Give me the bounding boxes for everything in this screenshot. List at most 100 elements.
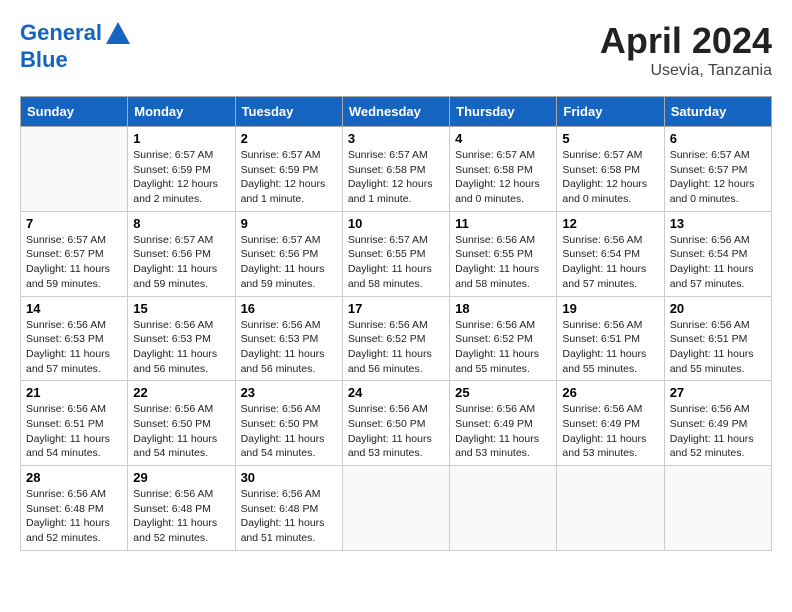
day-number: 2 [241, 131, 337, 146]
day-info: Sunrise: 6:56 AM Sunset: 6:49 PM Dayligh… [455, 402, 551, 461]
calendar-cell: 11 Sunrise: 6:56 AM Sunset: 6:55 PM Dayli… [450, 211, 557, 296]
week-row-3: 14 Sunrise: 6:56 AM Sunset: 6:53 PM Dayli… [21, 296, 772, 381]
day-number: 7 [26, 216, 122, 231]
location: Usevia, Tanzania [600, 62, 772, 80]
calendar-cell: 3 Sunrise: 6:57 AM Sunset: 6:58 PM Daylig… [342, 127, 449, 212]
day-number: 24 [348, 385, 444, 400]
month-year: April 2024 [600, 20, 772, 62]
calendar-cell: 12 Sunrise: 6:56 AM Sunset: 6:54 PM Dayli… [557, 211, 664, 296]
day-number: 23 [241, 385, 337, 400]
day-number: 13 [670, 216, 766, 231]
day-number: 16 [241, 301, 337, 316]
day-number: 25 [455, 385, 551, 400]
day-number: 22 [133, 385, 229, 400]
calendar-cell: 29 Sunrise: 6:56 AM Sunset: 6:48 PM Dayli… [128, 466, 235, 551]
week-row-4: 21 Sunrise: 6:56 AM Sunset: 6:51 PM Dayli… [21, 381, 772, 466]
weekday-friday: Friday [557, 97, 664, 127]
calendar-cell: 7 Sunrise: 6:57 AM Sunset: 6:57 PM Daylig… [21, 211, 128, 296]
day-info: Sunrise: 6:56 AM Sunset: 6:50 PM Dayligh… [348, 402, 444, 461]
day-number: 10 [348, 216, 444, 231]
day-number: 11 [455, 216, 551, 231]
calendar-cell: 24 Sunrise: 6:56 AM Sunset: 6:50 PM Dayli… [342, 381, 449, 466]
day-number: 5 [562, 131, 658, 146]
weekday-monday: Monday [128, 97, 235, 127]
day-number: 26 [562, 385, 658, 400]
day-info: Sunrise: 6:56 AM Sunset: 6:51 PM Dayligh… [562, 318, 658, 377]
calendar-cell [664, 466, 771, 551]
title-block: April 2024 Usevia, Tanzania [600, 20, 772, 80]
day-number: 27 [670, 385, 766, 400]
calendar-cell: 27 Sunrise: 6:56 AM Sunset: 6:49 PM Dayli… [664, 381, 771, 466]
day-info: Sunrise: 6:56 AM Sunset: 6:54 PM Dayligh… [670, 233, 766, 292]
calendar-cell: 5 Sunrise: 6:57 AM Sunset: 6:58 PM Daylig… [557, 127, 664, 212]
calendar-cell [450, 466, 557, 551]
calendar-cell: 6Sunrise: 6:57 AM Sunset: 6:57 PM Daylig… [664, 127, 771, 212]
day-number: 14 [26, 301, 122, 316]
calendar-table: SundayMondayTuesdayWednesdayThursdayFrid… [20, 96, 772, 551]
day-info: Sunrise: 6:57 AM Sunset: 6:57 PM Dayligh… [26, 233, 122, 292]
week-row-5: 28 Sunrise: 6:56 AM Sunset: 6:48 PM Dayli… [21, 466, 772, 551]
weekday-saturday: Saturday [664, 97, 771, 127]
day-number: 15 [133, 301, 229, 316]
logo-text: General Blue [20, 20, 132, 72]
day-info: Sunrise: 6:57 AM Sunset: 6:59 PM Dayligh… [133, 148, 229, 207]
day-info: Sunrise: 6:56 AM Sunset: 6:51 PM Dayligh… [26, 402, 122, 461]
day-info: Sunrise: 6:57 AM Sunset: 6:58 PM Dayligh… [348, 148, 444, 207]
calendar-cell: 13 Sunrise: 6:56 AM Sunset: 6:54 PM Dayli… [664, 211, 771, 296]
calendar-cell: 18Sunrise: 6:56 AM Sunset: 6:52 PM Dayli… [450, 296, 557, 381]
day-info: Sunrise: 6:56 AM Sunset: 6:55 PM Dayligh… [455, 233, 551, 292]
day-number: 4 [455, 131, 551, 146]
day-number: 28 [26, 470, 122, 485]
day-info: Sunrise: 6:57 AM Sunset: 6:56 PM Dayligh… [133, 233, 229, 292]
week-row-1: 1Sunrise: 6:57 AM Sunset: 6:59 PM Daylig… [21, 127, 772, 212]
day-info: Sunrise: 6:56 AM Sunset: 6:49 PM Dayligh… [562, 402, 658, 461]
calendar-cell: 21 Sunrise: 6:56 AM Sunset: 6:51 PM Dayli… [21, 381, 128, 466]
day-number: 19 [562, 301, 658, 316]
page-header: General Blue April 2024 Usevia, Tanzania [20, 20, 772, 80]
day-number: 18 [455, 301, 551, 316]
calendar-cell [557, 466, 664, 551]
calendar-cell: 23 Sunrise: 6:56 AM Sunset: 6:50 PM Dayli… [235, 381, 342, 466]
day-info: Sunrise: 6:56 AM Sunset: 6:50 PM Dayligh… [133, 402, 229, 461]
calendar-cell: 8Sunrise: 6:57 AM Sunset: 6:56 PM Daylig… [128, 211, 235, 296]
day-info: Sunrise: 6:56 AM Sunset: 6:50 PM Dayligh… [241, 402, 337, 461]
calendar-cell: 19 Sunrise: 6:56 AM Sunset: 6:51 PM Dayli… [557, 296, 664, 381]
day-info: Sunrise: 6:56 AM Sunset: 6:49 PM Dayligh… [670, 402, 766, 461]
day-info: Sunrise: 6:56 AM Sunset: 6:48 PM Dayligh… [26, 487, 122, 546]
day-info: Sunrise: 6:57 AM Sunset: 6:56 PM Dayligh… [241, 233, 337, 292]
calendar-cell: 14 Sunrise: 6:56 AM Sunset: 6:53 PM Dayli… [21, 296, 128, 381]
day-number: 12 [562, 216, 658, 231]
day-number: 30 [241, 470, 337, 485]
calendar-cell: 28 Sunrise: 6:56 AM Sunset: 6:48 PM Dayli… [21, 466, 128, 551]
day-info: Sunrise: 6:56 AM Sunset: 6:51 PM Dayligh… [670, 318, 766, 377]
day-info: Sunrise: 6:57 AM Sunset: 6:59 PM Dayligh… [241, 148, 337, 207]
week-row-2: 7 Sunrise: 6:57 AM Sunset: 6:57 PM Daylig… [21, 211, 772, 296]
calendar-cell: 10 Sunrise: 6:57 AM Sunset: 6:55 PM Dayli… [342, 211, 449, 296]
weekday-sunday: Sunday [21, 97, 128, 127]
day-info: Sunrise: 6:56 AM Sunset: 6:53 PM Dayligh… [26, 318, 122, 377]
calendar-cell: 25 Sunrise: 6:56 AM Sunset: 6:49 PM Dayli… [450, 381, 557, 466]
calendar-cell: 1Sunrise: 6:57 AM Sunset: 6:59 PM Daylig… [128, 127, 235, 212]
calendar-cell: 17Sunrise: 6:56 AM Sunset: 6:52 PM Dayli… [342, 296, 449, 381]
calendar-cell [342, 466, 449, 551]
calendar-cell: 26 Sunrise: 6:56 AM Sunset: 6:49 PM Dayli… [557, 381, 664, 466]
calendar-cell: 16 Sunrise: 6:56 AM Sunset: 6:53 PM Dayli… [235, 296, 342, 381]
day-number: 21 [26, 385, 122, 400]
weekday-thursday: Thursday [450, 97, 557, 127]
day-info: Sunrise: 6:56 AM Sunset: 6:48 PM Dayligh… [133, 487, 229, 546]
day-info: Sunrise: 6:57 AM Sunset: 6:58 PM Dayligh… [562, 148, 658, 207]
day-number: 29 [133, 470, 229, 485]
calendar-cell: 30Sunrise: 6:56 AM Sunset: 6:48 PM Dayli… [235, 466, 342, 551]
day-number: 9 [241, 216, 337, 231]
day-number: 3 [348, 131, 444, 146]
weekday-tuesday: Tuesday [235, 97, 342, 127]
day-info: Sunrise: 6:57 AM Sunset: 6:55 PM Dayligh… [348, 233, 444, 292]
day-info: Sunrise: 6:56 AM Sunset: 6:53 PM Dayligh… [241, 318, 337, 377]
weekday-header-row: SundayMondayTuesdayWednesdayThursdayFrid… [21, 97, 772, 127]
calendar-cell: 15Sunrise: 6:56 AM Sunset: 6:53 PM Dayli… [128, 296, 235, 381]
day-number: 20 [670, 301, 766, 316]
day-info: Sunrise: 6:56 AM Sunset: 6:52 PM Dayligh… [348, 318, 444, 377]
day-info: Sunrise: 6:56 AM Sunset: 6:54 PM Dayligh… [562, 233, 658, 292]
day-info: Sunrise: 6:57 AM Sunset: 6:57 PM Dayligh… [670, 148, 766, 207]
calendar-cell: 2 Sunrise: 6:57 AM Sunset: 6:59 PM Daylig… [235, 127, 342, 212]
